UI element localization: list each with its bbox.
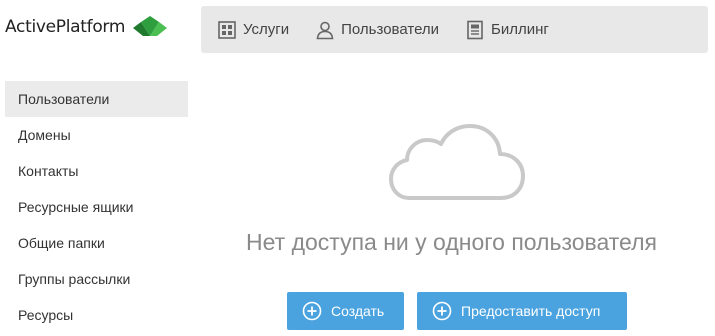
create-button[interactable]: Создать (287, 292, 404, 330)
sidebar-item-domains[interactable]: Домены (5, 117, 188, 153)
nav-billing[interactable]: Биллинг (452, 6, 562, 53)
grant-access-button[interactable]: Предоставить доступ (417, 292, 627, 330)
nav-users-label: Пользователи (341, 21, 440, 38)
billing-icon (467, 20, 483, 39)
nav-services-label: Услуги (243, 21, 290, 38)
sidebar: Пользователи Домены Контакты Ресурсные я… (5, 81, 188, 333)
sidebar-item-distribution-groups[interactable]: Группы рассылки (5, 261, 188, 297)
app-logo[interactable]: ActivePlatform (5, 14, 168, 40)
create-button-label: Создать (331, 303, 385, 319)
logo-mark-icon (133, 16, 168, 36)
services-icon (218, 20, 236, 39)
plus-circle-icon (302, 301, 322, 321)
nav-services[interactable]: Услуги (201, 6, 302, 53)
plus-circle-icon (432, 301, 452, 321)
top-navigation: Услуги Пользователи Биллинг (201, 6, 708, 53)
user-icon (316, 21, 334, 39)
cloud-icon (389, 124, 525, 200)
nav-users[interactable]: Пользователи (302, 6, 452, 53)
sidebar-item-contacts[interactable]: Контакты (5, 153, 188, 189)
sidebar-item-users[interactable]: Пользователи (5, 81, 188, 117)
empty-state-message: Нет доступа ни у одного пользователя (246, 229, 657, 255)
sidebar-item-resources[interactable]: Ресурсы (5, 297, 188, 333)
nav-billing-label: Биллинг (491, 21, 549, 38)
logo-text: ActivePlatform (5, 17, 126, 37)
grant-access-button-label: Предоставить доступ (461, 303, 601, 319)
sidebar-item-public-folders[interactable]: Общие папки (5, 225, 188, 261)
sidebar-item-resource-mailboxes[interactable]: Ресурсные ящики (5, 189, 188, 225)
